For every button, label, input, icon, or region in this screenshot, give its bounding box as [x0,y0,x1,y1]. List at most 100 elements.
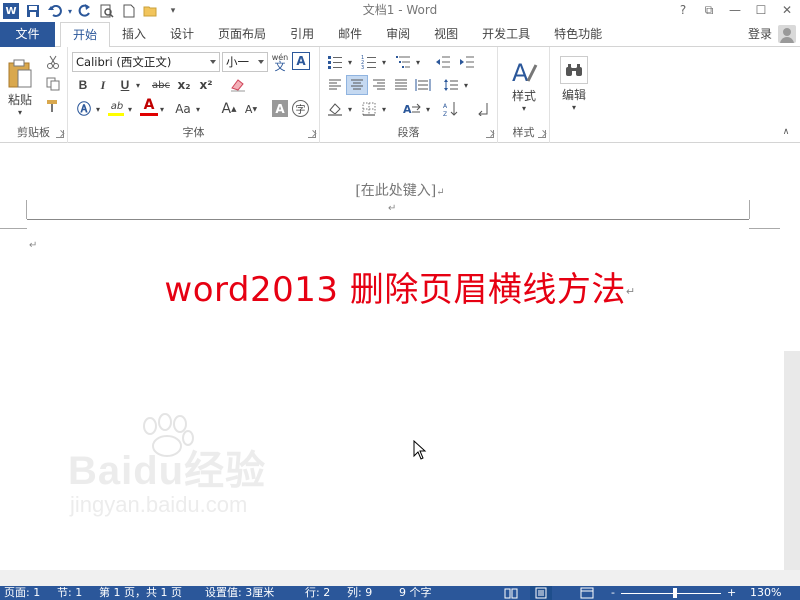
shading-dropdown-icon[interactable]: ▾ [346,99,354,119]
zoom-level[interactable]: 130% [750,586,781,600]
sort-icon[interactable]: AZ [440,99,462,119]
tab-1[interactable]: 插入 [110,22,158,47]
tab-4[interactable]: 引用 [278,22,326,47]
subscript-button[interactable]: x₂ [174,75,194,95]
zoom-in-button[interactable]: + [727,586,736,600]
align-right-icon[interactable] [368,75,390,95]
status-word-count[interactable]: 9 个字 [399,586,432,600]
font-name-combo[interactable]: Calibri (西文正文) [72,52,220,72]
clear-formatting-icon[interactable] [228,75,248,95]
underline-dropdown-icon[interactable]: ▾ [134,75,142,95]
redo-icon[interactable] [74,0,96,22]
tab-5[interactable]: 邮件 [326,22,374,47]
tab-3[interactable]: 页面布局 [206,22,278,47]
styles-launcher-icon[interactable] [538,130,546,138]
enclose-char-button[interactable]: 字 [292,100,309,117]
font-size-combo[interactable]: 小一 [222,52,268,72]
undo-dropdown-icon[interactable]: ▾ [66,0,74,22]
tab-2[interactable]: 设计 [158,22,206,47]
read-mode-icon[interactable] [504,587,518,599]
align-center-icon[interactable] [346,75,368,95]
status-column[interactable]: 列: 9 [347,586,372,600]
multilevel-dropdown-icon[interactable]: ▾ [414,52,422,72]
vertical-scrollbar[interactable] [784,351,800,570]
text-effects-icon[interactable]: Ⓐ [74,99,94,119]
borders-dropdown-icon[interactable]: ▾ [380,99,388,119]
paste-button[interactable]: 粘贴 ▾ [4,53,36,123]
status-setting[interactable]: 设置值: 3厘米 [205,586,274,600]
customize-icon[interactable]: ▾ [162,0,184,22]
align-left-icon[interactable] [324,75,346,95]
editing-button[interactable]: 编辑 ▾ [554,51,594,117]
numbering-icon[interactable]: 123 [358,52,380,72]
avatar[interactable] [778,25,796,43]
save-icon[interactable] [22,0,44,22]
line-spacing-dropdown-icon[interactable]: ▾ [462,75,470,95]
decrease-indent-icon[interactable] [432,52,454,72]
increase-indent-icon[interactable] [456,52,478,72]
word-logo[interactable]: W [3,3,19,19]
copy-icon[interactable] [44,75,62,93]
multilevel-list-icon[interactable] [392,52,414,72]
tab-8[interactable]: 开发工具 [470,22,542,47]
font-launcher-icon[interactable] [308,130,316,138]
paste-dropdown-icon[interactable]: ▾ [18,108,22,117]
borders-icon[interactable] [358,99,380,119]
tab-0[interactable]: 开始 [60,22,111,48]
header-border-line[interactable] [27,219,749,220]
font-color-icon[interactable]: A [140,96,158,114]
help-icon[interactable]: ? [670,0,696,22]
justify-icon[interactable] [390,75,412,95]
char-shading-button[interactable]: A [272,100,288,117]
status-page-count[interactable]: 第 1 页，共 1 页 [99,586,182,600]
zoom-slider-thumb[interactable] [673,588,677,598]
clipboard-launcher-icon[interactable] [56,130,64,138]
strikethrough-button[interactable]: abc [150,75,172,95]
bullets-dropdown-icon[interactable]: ▾ [346,52,354,72]
login-link[interactable]: 登录 [748,22,772,47]
tab-7[interactable]: 视图 [422,22,470,47]
collapse-ribbon-icon[interactable]: ∧ [780,126,792,138]
chinese-layout-icon[interactable]: A [400,99,426,119]
line-spacing-icon[interactable] [440,75,462,95]
bold-button[interactable]: B [74,75,92,95]
status-page[interactable]: 页面: 1 [4,586,40,600]
tab-9[interactable]: 特色功能 [542,22,614,47]
print-layout-icon[interactable] [530,586,552,600]
undo-icon[interactable] [44,0,66,22]
close-icon[interactable]: ✕ [774,0,800,22]
minimize-icon[interactable]: — [722,0,748,22]
tab-6[interactable]: 审阅 [374,22,422,47]
shading-icon[interactable] [324,99,346,119]
pinyin-guide-button[interactable]: wén 文 [271,51,289,73]
new-doc-icon[interactable] [118,0,140,22]
print-preview-icon[interactable] [96,0,118,22]
styles-button[interactable]: A 样式 ▾ [504,53,544,119]
highlight-dropdown-icon[interactable]: ▾ [126,99,134,119]
zoom-slider[interactable] [621,593,721,594]
web-layout-icon[interactable] [580,587,594,599]
font-color-dropdown-icon[interactable]: ▾ [158,99,166,119]
numbering-dropdown-icon[interactable]: ▾ [380,52,388,72]
show-marks-icon[interactable] [472,99,494,119]
change-case-dropdown-icon[interactable]: ▾ [194,99,202,119]
superscript-button[interactable]: x² [196,75,216,95]
bullets-icon[interactable] [324,52,346,72]
char-border-icon[interactable]: A [292,52,310,70]
tab-file[interactable]: 文件 [0,22,55,47]
ribbon-display-icon[interactable]: ⧉ [696,0,722,22]
maximize-icon[interactable]: ☐ [748,0,774,22]
text-effects-dropdown-icon[interactable]: ▾ [94,99,102,119]
header-placeholder[interactable]: [在此处键入]↵ [0,180,800,200]
distributed-icon[interactable] [412,75,434,95]
chinese-layout-dropdown-icon[interactable]: ▾ [424,99,432,119]
open-icon[interactable] [140,0,162,22]
shrink-font-button[interactable]: A ▼ [242,99,260,119]
zoom-out-button[interactable]: - [611,586,615,600]
grow-font-button[interactable]: A ▲ [220,99,238,119]
status-line[interactable]: 行: 2 [305,586,330,600]
cut-icon[interactable] [44,53,62,71]
underline-button[interactable]: U [116,75,134,95]
change-case-button[interactable]: Aa [172,99,194,119]
format-painter-icon[interactable] [44,97,62,115]
